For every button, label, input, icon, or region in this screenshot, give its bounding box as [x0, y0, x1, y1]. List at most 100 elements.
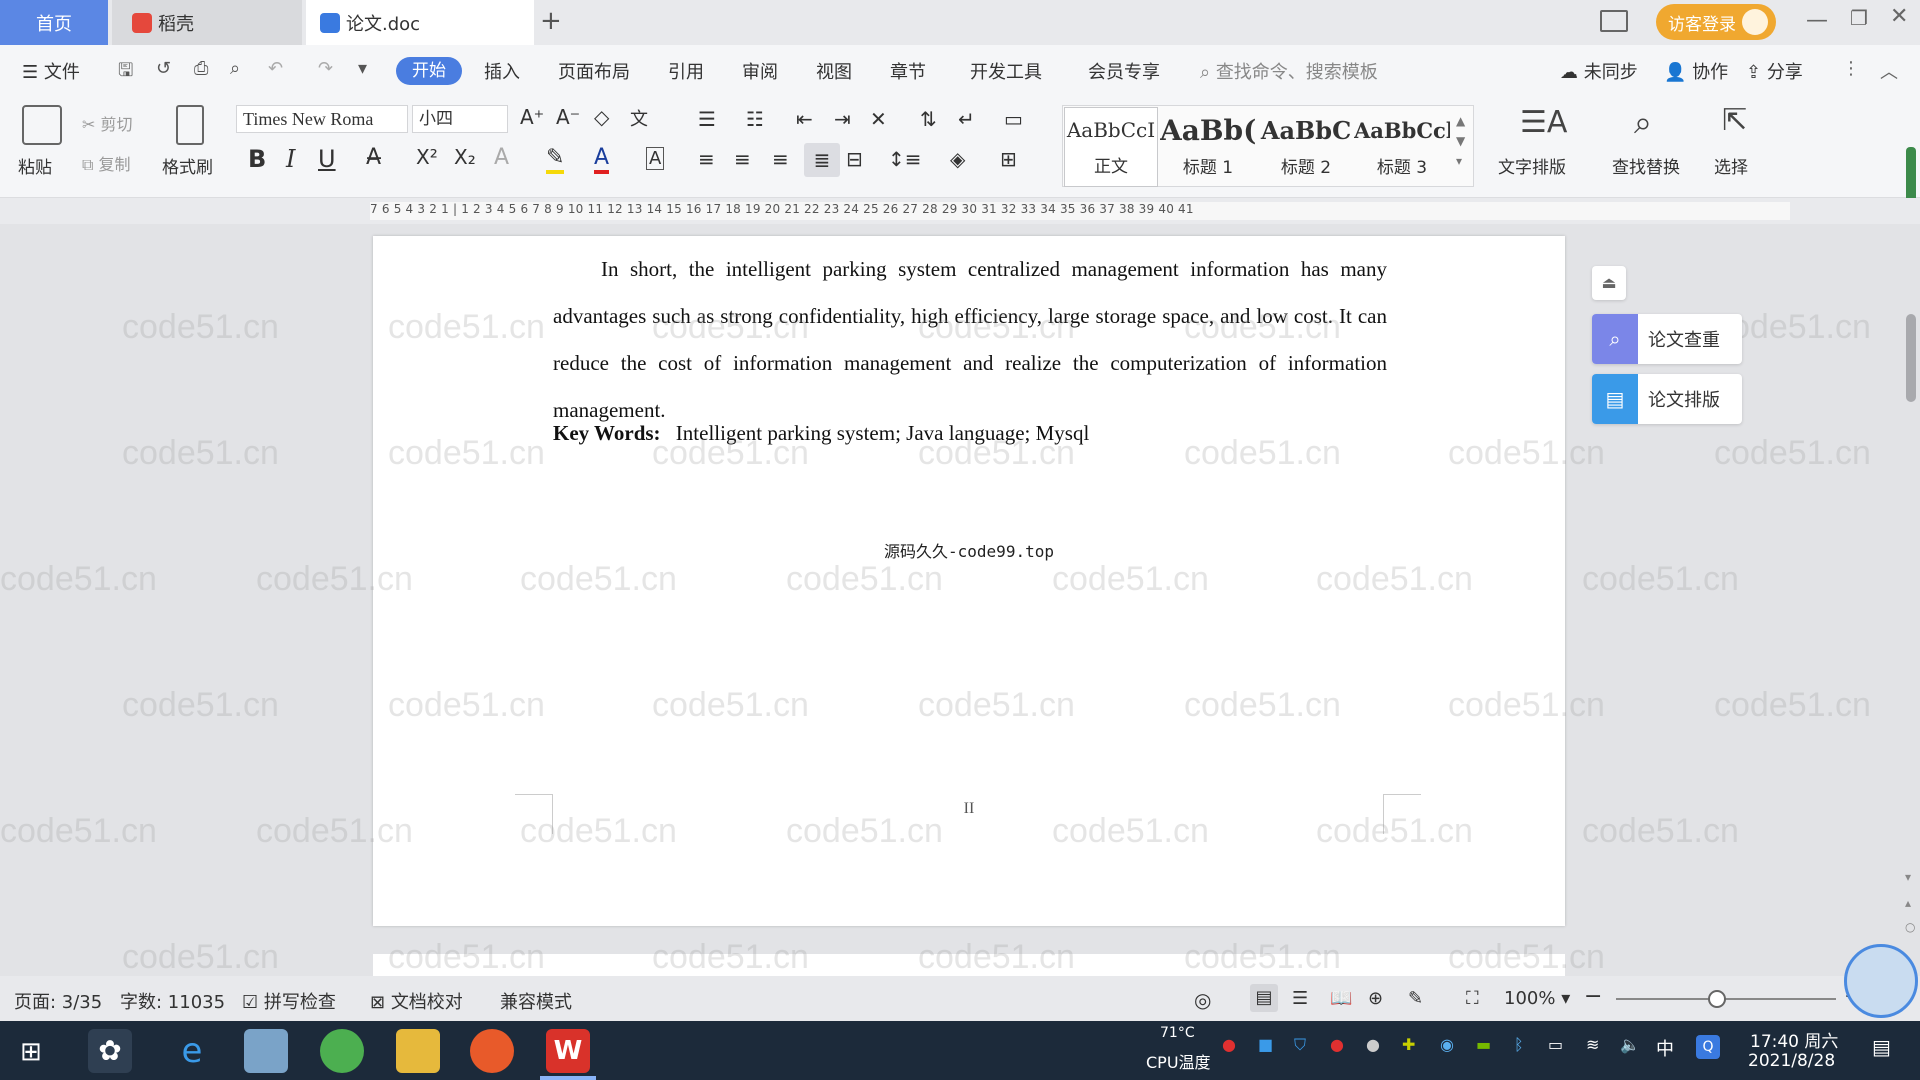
- new-tab-button[interactable]: +: [540, 6, 562, 36]
- zoom-slider-handle[interactable]: [1708, 990, 1726, 1008]
- print-icon[interactable]: ⎙: [194, 58, 208, 79]
- ie-browser-icon[interactable]: e: [170, 1029, 214, 1073]
- table-tabs-icon[interactable]: ▭: [1004, 107, 1023, 131]
- fit-page-icon[interactable]: ⛶: [1466, 988, 1479, 1009]
- shield-icon[interactable]: ⛉: [1294, 1035, 1306, 1055]
- format-painter-icon[interactable]: [176, 105, 204, 145]
- collapse-panel-icon[interactable]: ⏏: [1592, 266, 1626, 300]
- tab-daoke[interactable]: 稻壳: [112, 0, 302, 45]
- tray-app-icon[interactable]: ■: [1258, 1035, 1273, 1054]
- style-heading-3[interactable]: AaBbCcl 标题 3: [1354, 109, 1450, 189]
- tab-home[interactable]: 首页: [0, 0, 108, 45]
- file-explorer-icon[interactable]: [396, 1029, 440, 1073]
- file-menu[interactable]: ☰ 文件: [22, 58, 80, 84]
- preview-icon[interactable]: ⌕: [230, 58, 240, 79]
- bluetooth-icon[interactable]: ᛒ: [1514, 1035, 1524, 1054]
- page-view-icon[interactable]: ▤: [1250, 984, 1278, 1012]
- game-app-icon[interactable]: [470, 1029, 514, 1073]
- save-icon[interactable]: 🖫: [118, 58, 133, 88]
- wifi-icon[interactable]: ≋: [1586, 1035, 1599, 1054]
- find-replace-button[interactable]: 查找替换: [1612, 153, 1680, 178]
- select-cursor-icon[interactable]: ⇱: [1722, 103, 1747, 138]
- clock-time[interactable]: 17:40 周六: [1750, 1027, 1838, 1052]
- char-border-icon[interactable]: A: [646, 147, 665, 170]
- menu-item-insert[interactable]: 插入: [484, 58, 520, 84]
- word-count[interactable]: 字数: 11035: [120, 988, 225, 1014]
- spellcheck-button[interactable]: ☑ 拼写检查: [242, 988, 336, 1014]
- tab-document[interactable]: 论文.doc: [306, 0, 534, 45]
- windows-start-icon[interactable]: ⊞: [20, 1037, 42, 1067]
- more-options-icon[interactable]: ⋮: [1842, 58, 1860, 79]
- minimize-icon[interactable]: —: [1806, 8, 1828, 33]
- menu-item-developer[interactable]: 开发工具: [970, 58, 1042, 84]
- menu-item-page-layout[interactable]: 页面布局: [558, 58, 630, 84]
- text-layout-button[interactable]: 文字排版: [1498, 153, 1566, 178]
- text-layout-icon[interactable]: ☰A: [1520, 105, 1567, 140]
- copy-button[interactable]: ⧉ 复制: [82, 151, 131, 175]
- share-button[interactable]: ⇪ 分享: [1746, 58, 1803, 84]
- web-view-icon[interactable]: ⊕: [1368, 988, 1383, 1009]
- menu-item-view[interactable]: 视图: [816, 58, 852, 84]
- outline-view-icon[interactable]: ☰: [1292, 988, 1308, 1009]
- reading-view-icon[interactable]: 📖: [1330, 988, 1352, 1009]
- font-size-select[interactable]: 小四: [412, 105, 508, 133]
- zoom-slider[interactable]: [1616, 998, 1836, 1000]
- bullets-icon[interactable]: ☰: [698, 107, 716, 131]
- align-right-icon[interactable]: ≡: [772, 147, 789, 171]
- browser-360-icon[interactable]: [320, 1029, 364, 1073]
- cut-button[interactable]: ✂ 剪切: [82, 111, 133, 135]
- notification-icon[interactable]: ▤: [1872, 1035, 1891, 1059]
- vertical-scrollbar[interactable]: ▾ ▴ ○: [1902, 224, 1920, 976]
- qq-icon[interactable]: ●: [1366, 1035, 1380, 1054]
- layout-toggle-icon[interactable]: [1600, 10, 1628, 32]
- more-dropdown-icon[interactable]: ▾: [358, 58, 367, 79]
- line-spacing-icon[interactable]: ↕≡: [888, 147, 922, 171]
- ruler-scale[interactable]: 7 6 5 4 3 2 1 | 1 2 3 4 5 6 7 8 9 10 11 …: [370, 202, 1790, 220]
- assistant-avatar[interactable]: [1844, 944, 1918, 1018]
- font-name-select[interactable]: Times New Roma: [236, 105, 408, 133]
- nvidia-icon[interactable]: ▬: [1476, 1035, 1491, 1054]
- scrollbar-thumb[interactable]: [1906, 314, 1916, 402]
- qq-input-icon[interactable]: Q: [1696, 1035, 1720, 1059]
- show-marks-icon[interactable]: ↵: [958, 107, 975, 131]
- decrease-indent-icon[interactable]: ⇤: [796, 107, 813, 131]
- menu-item-references[interactable]: 引用: [668, 58, 704, 84]
- zoom-out-icon[interactable]: −: [1584, 984, 1602, 1009]
- collapse-ribbon-icon[interactable]: ︿: [1880, 58, 1898, 84]
- font-color-icon[interactable]: A: [594, 145, 610, 174]
- wps-icon[interactable]: W: [546, 1029, 590, 1073]
- keywords-line[interactable]: Key Words: Intelligent parking system; J…: [553, 421, 1089, 446]
- select-browse-icon[interactable]: ○: [1905, 920, 1915, 934]
- clock-date[interactable]: 2021/8/28: [1748, 1051, 1835, 1071]
- distribute-icon[interactable]: ⊟: [846, 147, 863, 171]
- style-heading-1[interactable]: AaBb( 标题 1: [1160, 109, 1256, 189]
- abstract-paragraph[interactable]: In short, the intelligent parking system…: [553, 246, 1387, 434]
- superscript-icon[interactable]: X²: [416, 145, 438, 169]
- paste-button[interactable]: 粘贴: [18, 153, 52, 178]
- ime-indicator[interactable]: 中: [1656, 1035, 1674, 1061]
- highlight-icon[interactable]: ✎: [546, 145, 565, 174]
- find-replace-icon[interactable]: ⌕: [1634, 103, 1652, 142]
- format-painter-button[interactable]: 格式刷: [162, 153, 213, 178]
- subscript-icon[interactable]: X₂: [454, 145, 476, 169]
- sort-icon[interactable]: ⇅: [920, 107, 937, 131]
- increase-indent-icon[interactable]: ⇥: [834, 107, 851, 131]
- style-normal[interactable]: AaBbCcI 正文: [1064, 107, 1158, 187]
- visitor-login-button[interactable]: 访客登录: [1656, 4, 1776, 40]
- align-center-icon[interactable]: ≡: [734, 147, 751, 171]
- scroll-down-icon[interactable]: ▾: [1905, 870, 1911, 884]
- justify-icon[interactable]: ≣: [804, 143, 840, 177]
- battery-icon[interactable]: ▭: [1548, 1035, 1563, 1054]
- menu-item-review[interactable]: 审阅: [742, 58, 778, 84]
- export-icon[interactable]: ↺: [156, 58, 171, 79]
- menu-item-start[interactable]: 开始: [396, 57, 462, 85]
- numbering-icon[interactable]: ☷: [746, 107, 764, 131]
- italic-icon[interactable]: I: [286, 145, 295, 173]
- bold-icon[interactable]: B: [248, 145, 266, 173]
- prev-page-icon[interactable]: ▴: [1905, 896, 1911, 910]
- undo-icon[interactable]: ↶: [268, 58, 283, 79]
- style-heading-2[interactable]: AaBbC 标题 2: [1258, 109, 1354, 189]
- write-mode-icon[interactable]: ✎: [1408, 988, 1423, 1009]
- command-search[interactable]: ⌕ 查找命令、搜索模板: [1200, 58, 1378, 84]
- menu-item-chapter[interactable]: 章节: [890, 58, 926, 84]
